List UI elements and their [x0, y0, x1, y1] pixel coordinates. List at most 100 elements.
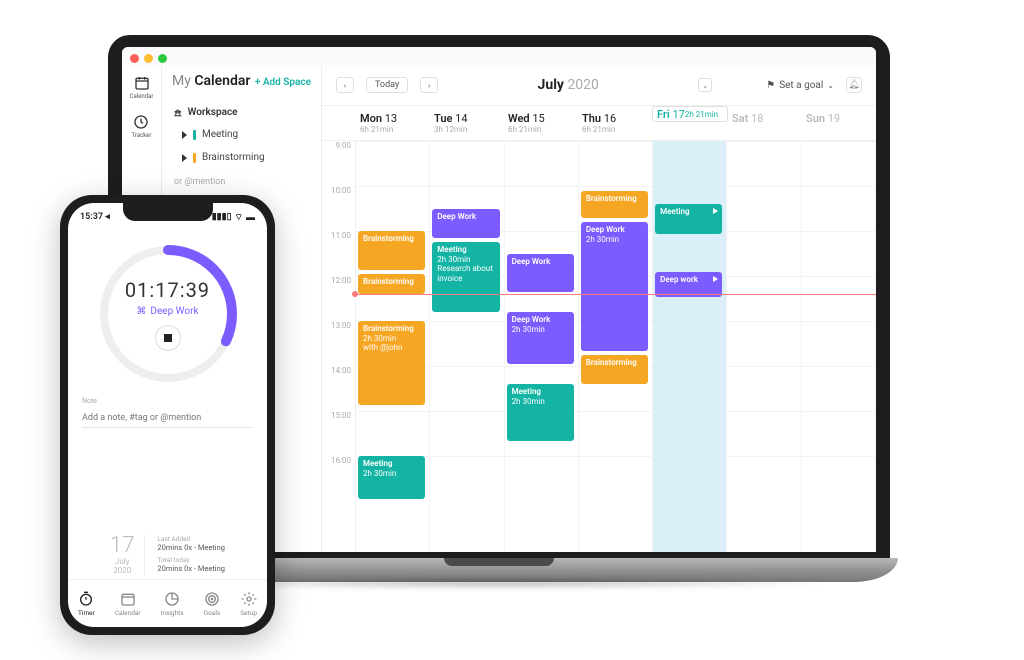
calendar-event[interactable]: Brainstorming: [358, 231, 425, 270]
day-header[interactable]: Thu 166h 21min: [578, 106, 652, 140]
laptop-hinge-notch: [444, 558, 554, 566]
day-column[interactable]: Deep Work Deep Work2h 30min Meeting2h 30mi…: [505, 141, 579, 552]
prev-week-button[interactable]: ‹: [336, 77, 354, 93]
summary-date-month: July: [115, 557, 130, 566]
tab-setup[interactable]: Setup: [240, 591, 257, 617]
hour-label: 10:00: [322, 186, 355, 231]
month-dropdown[interactable]: ⌄: [698, 78, 712, 92]
battery-icon: ▬: [246, 212, 255, 223]
calendar-event[interactable]: Meeting2h 30min: [358, 456, 425, 499]
sidebar-item-label: Brainstorming: [202, 152, 265, 163]
set-goal-button[interactable]: ⚑ Set a goal ⌄: [766, 80, 834, 91]
day-column[interactable]: [727, 141, 801, 552]
calendar-event[interactable]: Deep Work2h 30min: [581, 222, 648, 351]
tab-insights[interactable]: Insights: [161, 591, 184, 617]
set-goal-label: Set a goal: [779, 80, 823, 91]
nav-rail-label: Calendar: [130, 93, 154, 100]
hour-label: 16:00: [322, 456, 355, 501]
calendar-event[interactable]: Meeting: [655, 204, 722, 234]
color-swatch: [193, 130, 196, 140]
note-label: Note: [82, 397, 253, 405]
tab-label: Calendar: [115, 609, 141, 617]
sidebar-section-workspace[interactable]: 𖠿 Workspace: [162, 101, 321, 123]
timer-ring: 01:17:39 ⌘ Deep Work: [93, 239, 243, 389]
tab-timer[interactable]: Timer: [78, 591, 95, 617]
calendar-event[interactable]: Meeting2h 30min: [507, 384, 574, 441]
sidebar-item-label: Meeting: [202, 129, 238, 140]
day-header[interactable]: Mon 136h 21min: [356, 106, 430, 140]
sidebar-header: My Calendar + Add Space: [162, 65, 321, 101]
day-header[interactable]: Sat 18: [728, 106, 802, 140]
summary-date-year: 2020: [113, 566, 131, 575]
day-header[interactable]: Tue 143h 12min: [430, 106, 504, 140]
tab-label: Timer: [78, 609, 95, 617]
tab-label: Insights: [161, 609, 184, 617]
calendar-event[interactable]: Deep Work: [432, 209, 499, 239]
today-button[interactable]: Today: [366, 77, 408, 93]
tab-calendar[interactable]: Calendar: [115, 591, 141, 617]
workspace-icon: 𖠿: [174, 105, 182, 119]
day-columns: Brainstorming Brainstorming Brainstorming2…: [356, 141, 876, 552]
hour-label: 13:00: [322, 321, 355, 366]
sidebar-item-meeting[interactable]: Meeting: [162, 123, 321, 146]
note-area: Note: [68, 389, 267, 432]
day-column[interactable]: [802, 141, 876, 552]
timer-task[interactable]: ⌘ Deep Work: [136, 306, 198, 317]
summary-row: Last Added20mins 0x - Meeting: [157, 535, 225, 552]
link-icon: ⌘: [136, 306, 146, 317]
window-titlebar: [122, 47, 876, 65]
calendar-event[interactable]: Brainstorming: [358, 274, 425, 295]
today-summary: 17 July 2020 Last Added20mins 0x - Meeti…: [96, 527, 239, 579]
nav-rail-tracker[interactable]: Tracker: [132, 114, 152, 139]
stop-timer-button[interactable]: [155, 325, 181, 351]
setup-icon: [241, 591, 257, 607]
play-icon: [713, 208, 718, 214]
play-icon: [713, 276, 718, 282]
goals-icon: [204, 591, 220, 607]
hour-gutter: 9:0010:0011:0012:0013:0014:0015:0016:00: [322, 141, 356, 552]
mobile-app-screen: 15:37 ◂ ▮▮▮▯ ⌔ ▬ 01:17:39 ⌘ Deep Work: [68, 203, 267, 627]
next-week-button[interactable]: ›: [420, 77, 438, 93]
calendar-event[interactable]: Meeting2h 30minResearch aboutinvoice: [432, 242, 499, 312]
calendar-topbar: ‹ Today › July 2020 ⌄ ⚑ Set a goal ⌄: [322, 65, 876, 105]
calendar-event[interactable]: Deep Work: [507, 254, 574, 293]
day-column[interactable]: Brainstorming Deep Work2h 30min Brainstorm…: [579, 141, 653, 552]
calendar-event[interactable]: Brainstorming2h 30minwith @john: [358, 321, 425, 405]
phone-device: 15:37 ◂ ▮▮▮▯ ⌔ ▬ 01:17:39 ⌘ Deep Work: [60, 195, 275, 635]
maximize-window-button[interactable]: [158, 54, 167, 63]
day-column[interactable]: Deep WorkMeeting2h 30minResearch aboutin…: [430, 141, 504, 552]
flag-icon: ⚑: [766, 80, 775, 91]
calendar-event[interactable]: Brainstorming: [581, 191, 648, 218]
add-space-button[interactable]: + Add Space: [255, 77, 311, 88]
close-window-button[interactable]: [130, 54, 139, 63]
chevron-down-icon: ⌄: [827, 81, 834, 90]
day-headers: Mon 136h 21minTue 143h 12minWed 156h 21m…: [322, 105, 876, 141]
tracker-icon: [133, 114, 149, 130]
summary-date: 17 July 2020: [110, 535, 145, 575]
day-header[interactable]: Fri 172h 21min: [652, 106, 728, 122]
phone-notch: [123, 203, 213, 221]
play-icon: [182, 131, 187, 139]
nav-rail-calendar[interactable]: Calendar: [130, 75, 154, 100]
sidebar-item-brainstorming[interactable]: Brainstorming: [162, 146, 321, 169]
day-column[interactable]: Meeting Deep work: [653, 141, 727, 552]
day-header[interactable]: Wed 156h 21min: [504, 106, 578, 140]
hour-label: 14:00: [322, 366, 355, 411]
day-header[interactable]: Sun 19: [802, 106, 876, 140]
color-swatch: [193, 153, 196, 163]
day-column[interactable]: Brainstorming Brainstorming Brainstorming2…: [356, 141, 430, 552]
hour-label: 15:00: [322, 411, 355, 456]
calendar-event[interactable]: Brainstorming: [581, 355, 648, 385]
note-input[interactable]: [82, 411, 253, 428]
minimize-window-button[interactable]: [144, 54, 153, 63]
month-label: July 2020: [538, 77, 599, 93]
tab-goals[interactable]: Goals: [204, 591, 221, 617]
sidebar-mention-hint: or @mention: [162, 169, 321, 195]
timer-icon: [78, 591, 94, 607]
insights-icon: [164, 591, 180, 607]
notifications-button[interactable]: 🔔︎: [846, 77, 862, 93]
calendar-event[interactable]: Deep work: [655, 272, 722, 297]
bell-icon: 🔔︎: [848, 80, 859, 90]
summary-date-day: 17: [110, 535, 134, 557]
calendar-event[interactable]: Deep Work2h 30min: [507, 312, 574, 364]
